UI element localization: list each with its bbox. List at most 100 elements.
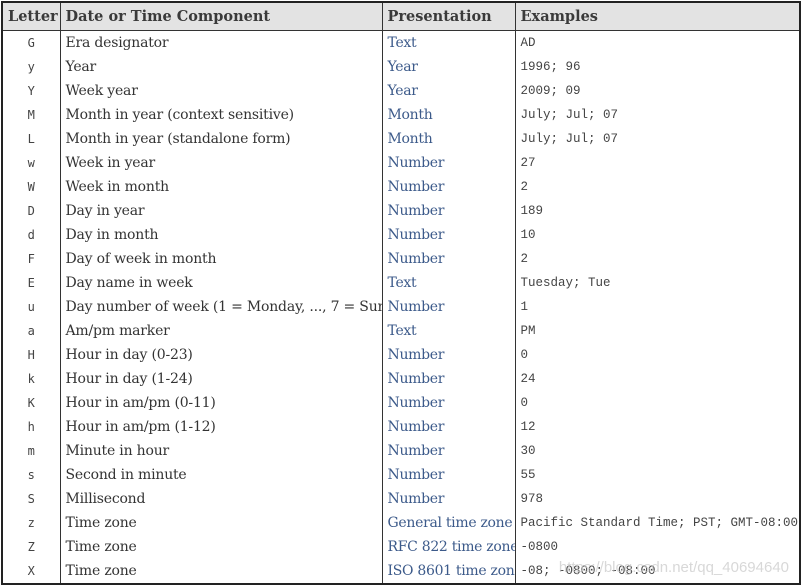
component-cell: Year — [59, 55, 382, 79]
pattern-letter: w — [27, 156, 35, 170]
component-cell: Hour in am/pm (0-11) — [59, 391, 382, 415]
component-cell: Month in year (context sensitive) — [59, 103, 382, 127]
presentation-cell: ISO 8601 time zone — [381, 559, 515, 584]
component-cell: Day number of week (1 = Monday, ..., 7 =… — [59, 295, 382, 319]
component-cell: Am/pm marker — [59, 319, 382, 343]
pattern-letter: m — [27, 444, 35, 458]
table-row: u Day number of week (1 = Monday, ..., 7 … — [2, 295, 800, 319]
presentation-cell: Number — [381, 247, 515, 271]
component-cell: Millisecond — [59, 487, 382, 511]
table-row: E Day name in week Text Tuesday; Tue — [2, 271, 800, 295]
presentation-cell: Number — [381, 295, 515, 319]
presentation-cell: Number — [381, 463, 515, 487]
pattern-letter: h — [27, 420, 35, 434]
date-format-pattern-table: Letter Date or Time Component Presentati… — [1, 1, 801, 585]
pattern-letter: a — [27, 324, 35, 338]
pattern-letter: z — [27, 516, 35, 530]
pattern-letter: X — [27, 564, 35, 578]
presentation-cell: Number — [381, 175, 515, 199]
table-row: s Second in minute Number 55 — [2, 463, 800, 487]
header-component: Date or Time Component — [59, 2, 382, 31]
header-examples: Examples — [514, 2, 800, 31]
table-body: G Era designator Text AD y Year Year 1996; 96 Y W… — [2, 30, 800, 584]
table-row: d Day in month Number 10 — [2, 223, 800, 247]
examples-cell: 27 — [514, 151, 800, 175]
table-row: m Minute in hour Number 30 — [2, 439, 800, 463]
table-row: H Hour in day (0-23) Number 0 — [2, 343, 800, 367]
component-cell: Week in month — [59, 175, 382, 199]
component-cell: Hour in day (1-24) — [59, 367, 382, 391]
component-cell: Minute in hour — [59, 439, 382, 463]
presentation-cell: Number — [381, 223, 515, 247]
presentation-cell: Number — [381, 343, 515, 367]
table-row: Z Time zone RFC 822 time zone -0800 — [2, 535, 800, 559]
component-cell: Time zone — [59, 535, 382, 559]
examples-cell: 30 — [514, 439, 800, 463]
table-row: Y Week year Year 2009; 09 — [2, 79, 800, 103]
component-cell: Hour in am/pm (1-12) — [59, 415, 382, 439]
pattern-letter: D — [27, 204, 35, 218]
component-cell: Week in year — [59, 151, 382, 175]
examples-cell: AD — [514, 30, 800, 55]
table-header-row: Letter Date or Time Component Presentati… — [2, 2, 800, 31]
pattern-letter: M — [27, 108, 35, 122]
component-cell: Day in month — [59, 223, 382, 247]
presentation-cell: Year — [381, 55, 515, 79]
table-row: k Hour in day (1-24) Number 24 — [2, 367, 800, 391]
presentation-cell: Number — [381, 487, 515, 511]
pattern-letter: E — [27, 276, 35, 290]
table-row: F Day of week in month Number 2 — [2, 247, 800, 271]
pattern-letter: K — [27, 396, 35, 410]
table-row: z Time zone General time zone Pacific Stand… — [2, 511, 800, 535]
examples-cell: Pacific Standard Time; PST; GMT-08:00 — [514, 511, 800, 535]
table-row: y Year Year 1996; 96 — [2, 55, 800, 79]
examples-cell: 2009; 09 — [514, 79, 800, 103]
examples-cell: 55 — [514, 463, 800, 487]
presentation-cell: Month — [381, 127, 515, 151]
examples-cell: 0 — [514, 343, 800, 367]
pattern-letter: k — [27, 372, 35, 386]
examples-cell: PM — [514, 319, 800, 343]
component-cell: Day name in week — [59, 271, 382, 295]
component-cell: Week year — [59, 79, 382, 103]
presentation-cell: RFC 822 time zone — [381, 535, 515, 559]
table-row: a Am/pm marker Text PM — [2, 319, 800, 343]
presentation-cell: Number — [381, 391, 515, 415]
pattern-letter: u — [27, 300, 35, 314]
component-cell: Era designator — [59, 30, 382, 55]
table-row: X Time zone ISO 8601 time zone -08; -0800; … — [2, 559, 800, 584]
presentation-cell: Number — [381, 415, 515, 439]
examples-cell: July; Jul; 07 — [514, 103, 800, 127]
examples-cell: 24 — [514, 367, 800, 391]
presentation-cell: Text — [381, 319, 515, 343]
component-cell: Second in minute — [59, 463, 382, 487]
component-cell: Hour in day (0-23) — [59, 343, 382, 367]
pattern-letter: G — [27, 36, 35, 50]
table-row: D Day in year Number 189 — [2, 199, 800, 223]
pattern-letter: Y — [27, 84, 35, 98]
examples-cell: 978 — [514, 487, 800, 511]
examples-cell: 2 — [514, 247, 800, 271]
examples-cell: 0 — [514, 391, 800, 415]
examples-cell: Tuesday; Tue — [514, 271, 800, 295]
table-row: M Month in year (context sensitive) Month J… — [2, 103, 800, 127]
component-cell: Time zone — [59, 511, 382, 535]
pattern-letter: d — [27, 228, 35, 242]
table-row: W Week in month Number 2 — [2, 175, 800, 199]
pattern-letter: S — [27, 492, 35, 506]
examples-cell: 2 — [514, 175, 800, 199]
header-letter: Letter — [2, 2, 60, 31]
component-cell: Day in year — [59, 199, 382, 223]
examples-cell: -08; -0800; -08:00 — [514, 559, 800, 584]
presentation-cell: Number — [381, 367, 515, 391]
pattern-letter: s — [27, 468, 35, 482]
presentation-cell: Month — [381, 103, 515, 127]
pattern-letter: H — [27, 348, 35, 362]
component-cell: Time zone — [59, 559, 382, 584]
component-cell: Month in year (standalone form) — [59, 127, 382, 151]
presentation-cell: General time zone — [381, 511, 515, 535]
pattern-letter: y — [27, 60, 35, 74]
header-presentation: Presentation — [381, 2, 515, 31]
presentation-cell: Number — [381, 151, 515, 175]
examples-cell: 1 — [514, 295, 800, 319]
